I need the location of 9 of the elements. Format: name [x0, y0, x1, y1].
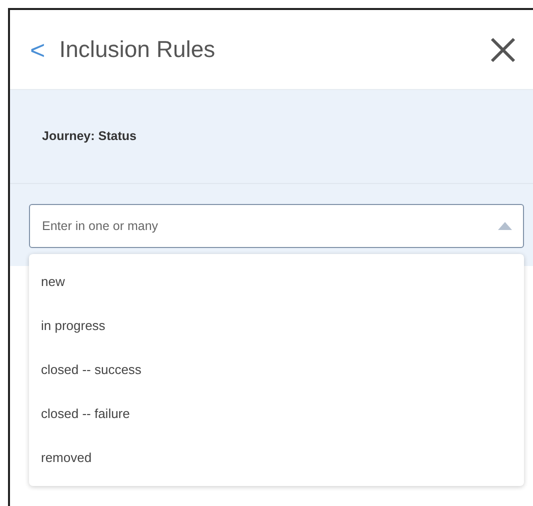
dropdown-option[interactable]: closed -- failure: [29, 392, 524, 436]
close-icon[interactable]: [489, 36, 517, 64]
panel-title: Inclusion Rules: [59, 35, 216, 64]
dropdown-option[interactable]: removed: [29, 436, 524, 480]
dropdown-option[interactable]: closed -- success: [29, 348, 524, 392]
filter-label: Journey: Status: [42, 128, 136, 146]
dropdown-option[interactable]: new: [29, 260, 524, 304]
dropdown-option[interactable]: in progress: [29, 304, 524, 348]
multi-select-field[interactable]: Enter in one or many: [29, 204, 524, 248]
